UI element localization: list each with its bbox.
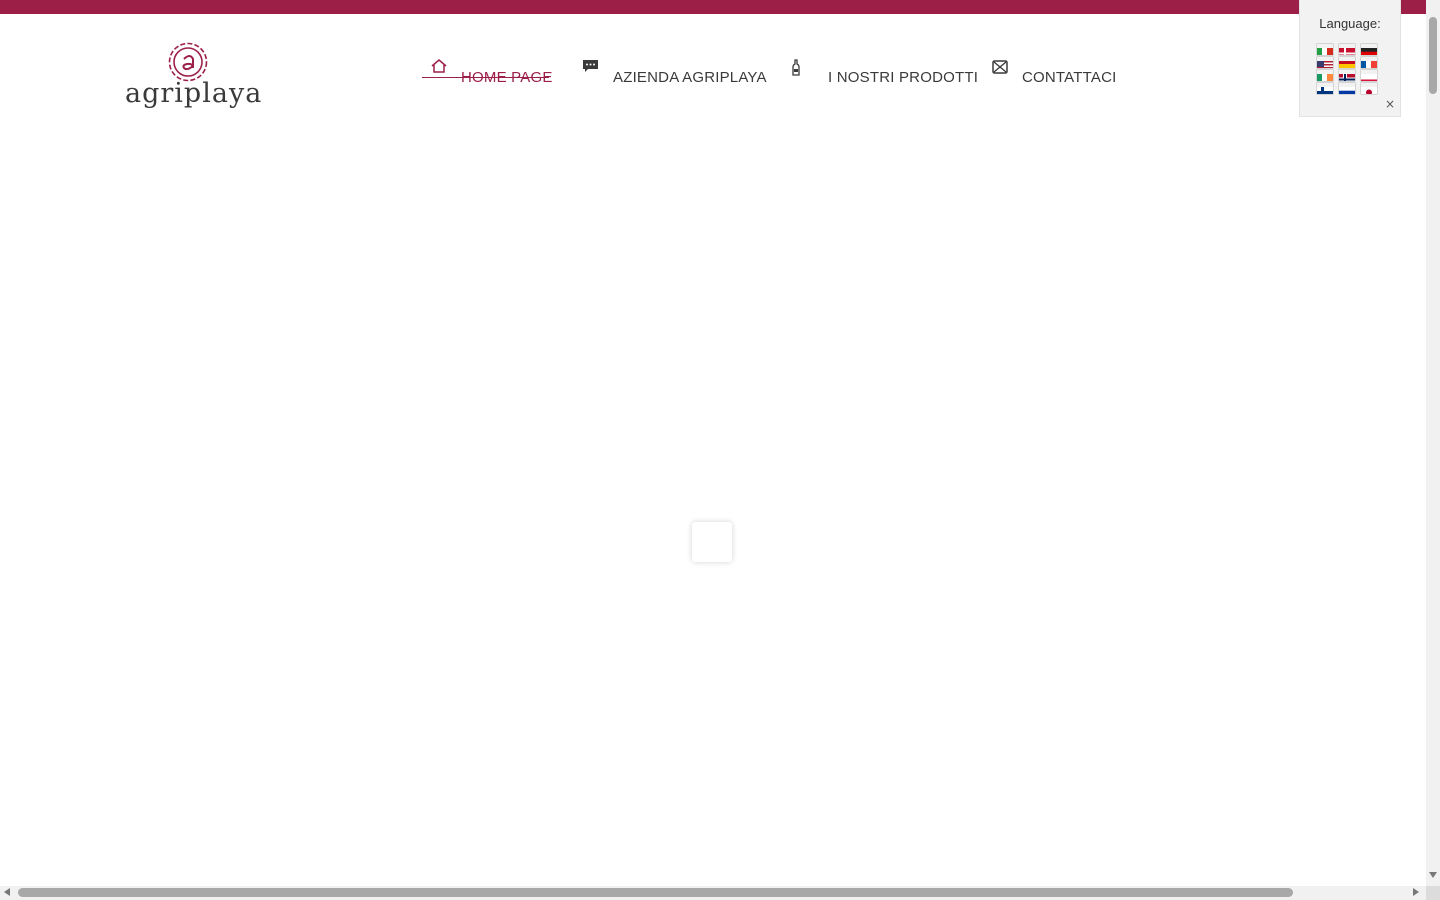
nav-item-contattaci[interactable]: CONTATTACI	[991, 58, 1117, 94]
bottle-icon	[791, 58, 811, 78]
agriplaya-logo[interactable]: agriplaya	[125, 40, 263, 116]
flag-usa-icon[interactable]	[1317, 57, 1333, 68]
close-icon[interactable]: ×	[1383, 97, 1397, 111]
scroll-left-arrow-icon[interactable]	[4, 888, 10, 896]
flag-denmark-icon[interactable]	[1339, 44, 1355, 55]
flag-ireland-icon[interactable]	[1317, 70, 1333, 81]
nav-item-azienda-agriplaya[interactable]: AZIENDA AGRIPLAYA	[582, 58, 767, 94]
vertical-scrollbar-thumb[interactable]	[1429, 17, 1437, 94]
vertical-scrollbar[interactable]	[1426, 0, 1440, 900]
flag-germany-icon[interactable]	[1361, 44, 1377, 55]
nav-item-home-page[interactable]: HOME PAGE	[430, 58, 553, 94]
flag-norway-icon[interactable]	[1339, 70, 1355, 81]
flag-russia-icon[interactable]	[1339, 83, 1355, 94]
envelope-icon	[991, 58, 1011, 78]
flag-finland-icon[interactable]	[1317, 83, 1333, 94]
chat-icon	[582, 58, 602, 78]
flag-spain-icon[interactable]	[1339, 57, 1355, 68]
scroll-down-arrow-icon[interactable]	[1429, 872, 1437, 878]
flag-italy-icon[interactable]	[1317, 44, 1333, 55]
flag-poland-icon[interactable]	[1361, 70, 1377, 81]
page-loader	[692, 522, 732, 562]
flag-japan-icon[interactable]	[1361, 83, 1377, 94]
nav-item-i-nostri-prodotti[interactable]: I NOSTRI PRODOTTI	[791, 58, 978, 94]
language-title: Language:	[1319, 16, 1381, 31]
active-nav-line	[422, 77, 549, 78]
language-panel: Language: ×	[1299, 0, 1401, 117]
top-brand-bar	[0, 0, 1426, 14]
nav-item-label: CONTATTACI	[1022, 69, 1117, 86]
nav-item-label: I NOSTRI PRODOTTI	[828, 69, 979, 86]
flag-france-icon[interactable]	[1361, 57, 1377, 68]
home-icon	[430, 58, 450, 78]
nav-item-label: AZIENDA AGRIPLAYA	[613, 69, 767, 86]
scroll-right-arrow-icon[interactable]	[1413, 888, 1419, 896]
scrollbar-corner	[1426, 886, 1440, 900]
horizontal-scrollbar-thumb[interactable]	[18, 888, 1293, 897]
logo-wordmark: agriplaya	[125, 78, 263, 109]
